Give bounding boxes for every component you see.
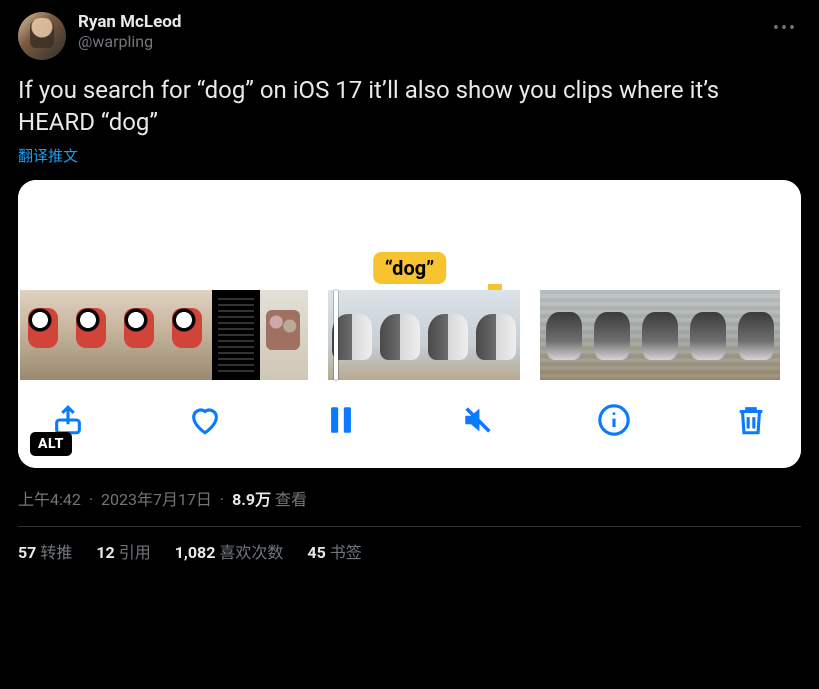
info-icon[interactable] [594,400,634,440]
playhead[interactable] [334,290,338,380]
thumbnail [636,290,684,380]
tweet-meta: 上午4:42 · 2023年7月17日 · 8.9万 查看 [18,486,801,510]
caption-tag: “dog” [373,252,447,284]
trash-icon[interactable] [731,400,771,440]
media-card: “dog” [18,180,801,468]
thumbnail [260,290,308,380]
likes-count: 1,082 [175,543,216,562]
media-top-area: “dog” [18,180,801,290]
more-options-button[interactable]: ••• [769,12,801,44]
mute-icon[interactable] [458,400,498,440]
quotes-count: 12 [96,543,114,562]
retweets-label: 转推 [40,543,72,562]
thumbnail [376,290,424,380]
thumbnail [20,290,68,380]
thumbnail [424,290,472,380]
timestamp-date[interactable]: 2023年7月17日 [101,490,212,509]
thumbnail [164,290,212,380]
thumbnail [732,290,780,380]
thumbnail [588,290,636,380]
bookmarks-label: 书签 [330,543,362,562]
thumbnail [116,290,164,380]
display-name[interactable]: Ryan McLeod [78,12,181,32]
clip-group-2[interactable] [328,290,520,380]
separator: · [89,490,93,509]
likes-label: 喜欢次数 [219,543,283,562]
user-handle[interactable]: @warpling [78,32,181,51]
alt-badge[interactable]: ALT [30,432,72,456]
tweet-container: Ryan McLeod @warpling ••• If you search … [0,0,819,575]
video-timeline[interactable] [18,290,801,380]
stat-bookmarks[interactable]: 45 书签 [307,539,361,563]
thumbnail [540,290,588,380]
tweet-text: If you search for “dog” on iOS 17 it’ll … [18,74,801,139]
retweets-count: 57 [18,543,36,562]
clip-group-2-wrap [328,290,520,380]
stat-retweets[interactable]: 57转推 [18,539,72,563]
clip-group-1[interactable] [20,290,308,380]
bookmarks-count: 45 [307,543,325,562]
thumbnail [684,290,732,380]
pause-icon[interactable] [321,400,361,440]
views-count: 8.9万 [232,490,271,509]
media-toolbar [18,380,801,468]
identity-block: Ryan McLeod @warpling [78,12,181,51]
thumbnail [68,290,116,380]
timestamp-time[interactable]: 上午4:42 [18,490,81,509]
clip-group-3[interactable] [540,290,780,380]
thumbnail [212,290,260,380]
stat-quotes[interactable]: 12 引用 [96,539,150,563]
stats-row: 57转推 12 引用 1,082喜欢次数 45 书签 [18,539,801,563]
views-label: 查看 [275,490,307,509]
stat-likes[interactable]: 1,082喜欢次数 [175,539,284,563]
heart-icon[interactable] [185,400,225,440]
quotes-label: 引用 [119,543,151,562]
tweet-header: Ryan McLeod @warpling ••• [18,12,801,60]
thumbnail [472,290,520,380]
avatar[interactable] [18,12,66,60]
divider [18,526,801,527]
translate-link[interactable]: 翻译推文 [18,145,78,166]
separator: · [220,490,224,509]
